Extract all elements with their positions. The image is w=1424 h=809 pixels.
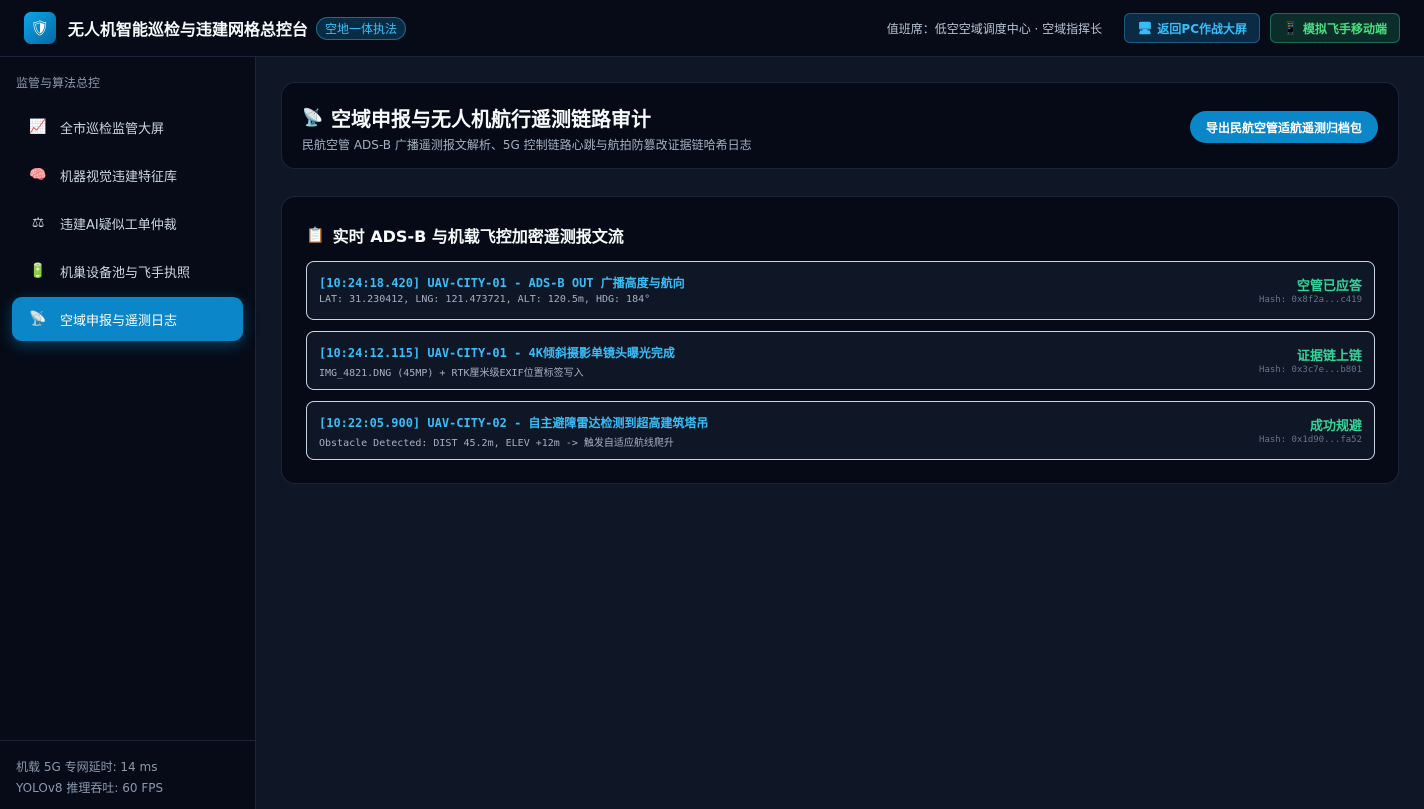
log-entry-head: [10:24:18.420] UAV-CITY-01 - ADS-B OUT 广… [319,276,685,290]
sidebar-item-vision-library[interactable]: 🧠 机器视觉违建特征库 [12,153,243,197]
log-entry-head: [10:24:12.115] UAV-CITY-01 - 4K倾斜摄影单镜头曝光… [319,346,675,360]
inference-fps-text: YOLOv8 推理吞吐: 60 FPS [16,781,164,795]
sidebar-item-ai-arbitration[interactable]: ⚖ 违建AI疑似工单仲裁 [12,201,243,245]
page-title: 📡 空域申报与无人机航行遥测链路审计 [302,103,651,132]
sidebar-item-label: 机器视觉违建特征库 [60,169,178,185]
log-entry-hash: Hash: 0x3c7e...b801 [1259,365,1362,375]
log-entry[interactable]: [10:22:05.900] UAV-CITY-02 - 自主避障雷达检测到超高… [306,401,1375,460]
log-entry-detail: LAT: 31.230412, LNG: 121.473721, ALT: 12… [319,294,651,305]
stream-title-text: 实时 ADS-B 与机载飞控加密遥测报文流 [332,227,624,246]
page-title-text: 空域申报与无人机航行遥测链路审计 [331,107,652,131]
sidebar-item-city-dashboard[interactable]: 📈 全市巡检监管大屏 [12,105,243,149]
log-entry[interactable]: [10:24:12.115] UAV-CITY-01 - 4K倾斜摄影单镜头曝光… [306,331,1375,390]
log-entry-hash: Hash: 0x8f2a...c419 [1259,295,1362,305]
top-right-group: 值班席：低空空域调度中心 · 空域指挥长 🖥 返回PC作战大屏 📱 模拟飞手移动… [887,13,1400,43]
log-entry-detail: Obstacle Detected: DIST 45.2m, ELEV +12m… [319,438,674,449]
page-header-card: 📡 空域申报与无人机航行遥测链路审计 民航空管 ADS-B 广播遥测报文解析、5… [281,82,1399,169]
network-latency-text: 机载 5G 专网延时: 14 ms [16,760,158,774]
log-entry[interactable]: [10:24:18.420] UAV-CITY-01 - ADS-B OUT 广… [306,261,1375,320]
sidebar: 监管与算法总控 📈 全市巡检监管大屏 🧠 机器视觉违建特征库 ⚖ 违建AI疑似工… [0,57,256,809]
battery-icon: 🔋 [29,263,47,279]
phone-icon: 📱 [1283,21,1298,35]
mode-badge: 空地一体执法 [316,16,407,40]
sidebar-item-label: 空域申报与遥测日志 [60,313,178,329]
monitor-icon: 🖥 [1137,21,1153,35]
return-pc-dashboard-button[interactable]: 🖥 返回PC作战大屏 [1124,13,1261,43]
log-entry-hash: Hash: 0x1d90...fa52 [1259,435,1362,445]
satellite-dish-icon: 📡 [29,311,47,327]
log-entry-status: 证据链上链 [1296,349,1362,364]
simulate-pilot-mobile-button[interactable]: 📱 模拟飞手移动端 [1270,13,1400,43]
telemetry-stream-card: 📋 实时 ADS-B 与机载飞控加密遥测报文流 [10:24:18.420] U… [281,196,1399,484]
log-entry-status: 成功规避 [1309,419,1362,434]
scales-icon: ⚖ [31,215,45,231]
simulate-pilot-mobile-label: 模拟飞手移动端 [1302,21,1387,36]
top-bar: 🛡 无人机智能巡检与违建网格总控台 空地一体执法 值班席：低空空域调度中心 · … [0,0,1424,57]
log-entry-status: 空管已应答 [1296,279,1362,294]
log-entry-head: [10:22:05.900] UAV-CITY-02 - 自主避障雷达检测到超高… [319,416,709,430]
page-subtitle: 民航空管 ADS-B 广播遥测报文解析、5G 控制链路心跳与航拍防篡改证据链哈希… [302,138,752,152]
return-pc-dashboard-label: 返回PC作战大屏 [1157,21,1248,36]
export-archive-button[interactable]: 导出民航空管适航遥测归档包 [1189,111,1378,143]
app-title: 无人机智能巡检与违建网格总控台 [68,20,309,39]
sidebar-item-label: 违建AI疑似工单仲裁 [60,217,177,233]
shield-icon: 🛡 [24,12,56,44]
sidebar-item-label: 全市巡检监管大屏 [60,121,165,137]
duty-info: 值班席：低空空域调度中心 · 空域指挥长 [886,21,1103,36]
clipboard-icon: 📋 [306,226,325,244]
satellite-dish-icon: 📡 [302,107,324,128]
sidebar-item-airspace-telemetry[interactable]: 📡 空域申报与遥测日志 [12,297,243,341]
brain-icon: 🧠 [29,167,47,183]
chart-icon: 📈 [29,119,47,135]
sidebar-footer: 机载 5G 专网延时: 14 ms YOLOv8 推理吞吐: 60 FPS [0,740,255,809]
sidebar-item-nest-devices[interactable]: 🔋 机巢设备池与飞手执照 [12,249,243,293]
stream-title: 📋 实时 ADS-B 与机载飞控加密遥测报文流 [306,223,624,247]
log-entry-detail: IMG_4821.DNG (45MP) + RTK厘米级EXIF位置标签写入 [319,368,584,379]
sidebar-item-label: 机巢设备池与飞手执照 [60,265,191,281]
